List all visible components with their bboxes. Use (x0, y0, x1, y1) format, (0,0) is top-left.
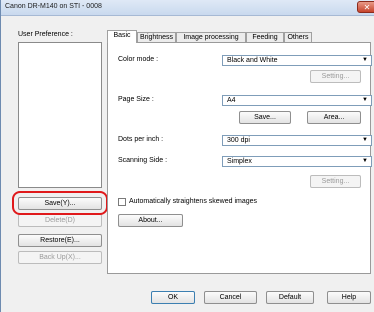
ok-button[interactable]: OK (151, 291, 195, 304)
dpi-label: Dots per inch : (118, 136, 164, 143)
page-size-save-button[interactable]: Save... (239, 111, 291, 124)
scanning-side-setting-button[interactable]: Setting... (310, 175, 361, 188)
restore-preference-button[interactable]: Restore(E)... (18, 234, 102, 247)
page-size-value: A4 (227, 97, 236, 104)
cancel-button[interactable]: Cancel (204, 291, 257, 304)
user-preference-list[interactable] (18, 42, 102, 188)
page-size-select[interactable]: A4 ▼ (222, 95, 372, 106)
scanner-settings-dialog: Canon DR-M140 on STI - 0008 ✕ User Prefe… (0, 0, 374, 312)
about-button[interactable]: About... (118, 214, 183, 227)
backup-preference-button[interactable]: Back Up(X)... (18, 251, 102, 264)
tab-others[interactable]: Others (284, 32, 312, 42)
chevron-down-icon: ▼ (362, 97, 368, 103)
tab-feeding[interactable]: Feeding (246, 32, 284, 42)
tab-brightness[interactable]: Brightness (137, 32, 176, 42)
auto-straighten-label: Automatically straightens skewed images (129, 198, 258, 205)
tab-basic[interactable]: Basic (107, 30, 137, 43)
scanning-side-label: Scanning Side : (118, 157, 168, 164)
window-title: Canon DR-M140 on STI - 0008 (5, 3, 102, 10)
scanning-side-value: Simplex (227, 158, 252, 165)
user-preference-label: User Preference : (18, 31, 73, 38)
delete-preference-button[interactable]: Delete(D) (18, 214, 102, 227)
color-mode-select[interactable]: Black and White ▼ (222, 55, 372, 66)
dpi-select[interactable]: 300 dpi ▼ (222, 135, 372, 146)
default-button[interactable]: Default (266, 291, 314, 304)
color-mode-label: Color mode : (118, 56, 159, 63)
scanning-side-select[interactable]: Simplex ▼ (222, 156, 372, 167)
color-mode-value: Black and White (227, 57, 278, 64)
chevron-down-icon: ▼ (362, 137, 368, 143)
close-icon[interactable]: ✕ (357, 1, 374, 13)
page-size-area-button[interactable]: Area... (307, 111, 361, 124)
tab-image-processing[interactable]: Image processing (176, 32, 246, 42)
title-bar: Canon DR-M140 on STI - 0008 ✕ (1, 0, 374, 16)
color-mode-setting-button[interactable]: Setting... (310, 70, 361, 83)
help-button[interactable]: Help (327, 291, 371, 304)
save-button-highlight (12, 191, 108, 215)
page-size-label: Page Size : (118, 96, 154, 103)
chevron-down-icon: ▼ (362, 158, 368, 164)
dpi-value: 300 dpi (227, 137, 250, 144)
chevron-down-icon: ▼ (362, 57, 368, 63)
auto-straighten-checkbox[interactable] (118, 198, 126, 206)
